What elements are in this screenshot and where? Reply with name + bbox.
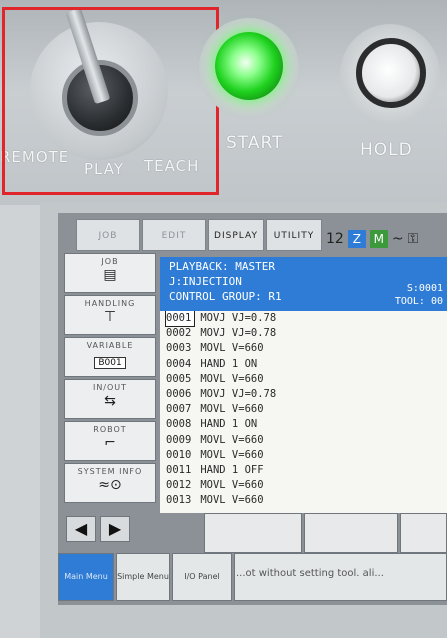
line-command: MOVL V=660 (200, 342, 264, 355)
tab-utility[interactable]: UTILITY (266, 219, 322, 251)
tool-number: TOOL: 00 (394, 296, 443, 307)
variable-icon: B001 (94, 357, 126, 369)
side-menu-label: JOB (101, 257, 119, 266)
line-number: 0005 (166, 372, 192, 385)
tab-display[interactable]: DISPLAY (208, 219, 264, 251)
main-menu-button[interactable]: Main Menu (58, 553, 114, 601)
job-line[interactable]: 0005 MOVL V=660 (160, 372, 447, 387)
line-number: 0012 (166, 479, 192, 492)
control-group: CONTROL GROUP: R1 (169, 290, 282, 303)
start-button[interactable] (199, 18, 299, 118)
job-line[interactable]: 0001 MOVJ VJ=0.78 (160, 310, 447, 327)
speed-indicator: 12 (326, 231, 344, 247)
line-command: MOVL V=660 (200, 494, 264, 507)
side-menu-in-out[interactable]: IN/OUT ⇆ (64, 379, 156, 419)
key-status-icon: ⚿ (407, 231, 419, 247)
job-line[interactable]: 0010 MOVL V=660 (160, 448, 447, 463)
line-number: 0011 (166, 463, 192, 476)
side-menu-variable[interactable]: VARIABLE B001 (64, 337, 156, 377)
tab-job[interactable]: JOB (76, 219, 140, 251)
line-number: 0008 (166, 418, 192, 431)
nav-forward-button[interactable]: ▶ (100, 516, 130, 542)
start-lamp (215, 32, 283, 100)
line-number: 0013 (166, 494, 192, 507)
job-line[interactable]: 0002 MOVJ VJ=0.78 (160, 326, 447, 341)
playback-title: PLAYBACK: MASTER (169, 260, 275, 273)
bottom-button-1[interactable] (204, 513, 302, 553)
job-line[interactable]: 0007 MOVL V=660 (160, 402, 447, 417)
side-menu-label: ROBOT (93, 425, 127, 434)
side-menu-label: VARIABLE (86, 341, 134, 350)
side-menu-label: IN/OUT (92, 383, 128, 392)
line-number: 0006 (166, 387, 192, 400)
bottom-buttons (204, 513, 447, 553)
side-menu-system-info[interactable]: SYSTEM INFO ≈⊙ (64, 463, 156, 503)
highlight-box (2, 7, 219, 195)
line-number: 0009 (166, 433, 192, 446)
job-lines: 0001 MOVJ VJ=0.78 0002 MOVJ VJ=0.78 0003 M… (160, 310, 447, 508)
simple-menu-button[interactable]: Simple Menu (116, 553, 170, 601)
tab-edit[interactable]: EDIT (142, 219, 206, 251)
line-number: 0010 (166, 448, 192, 461)
line-number: 0004 (166, 357, 192, 370)
bottom-button-3[interactable] (400, 513, 447, 553)
robot-icon: ⌐ (104, 435, 116, 451)
handling-icon: ⊤ (103, 309, 117, 325)
line-command: MOVL V=660 (200, 403, 264, 416)
hold-button[interactable] (340, 24, 440, 124)
job-line[interactable]: 0003 MOVL V=660 (160, 341, 447, 356)
hold-lamp (356, 38, 426, 108)
line-command: MOVL V=660 (200, 479, 264, 492)
line-number: 0003 (166, 342, 192, 355)
control-panel: REMOTE PLAY TEACH START HOLD (0, 0, 447, 205)
side-menu-job[interactable]: JOB ▤ (64, 253, 156, 293)
side-menu-label: SYSTEM INFO (77, 467, 143, 476)
side-menu-robot[interactable]: ROBOT ⌐ (64, 421, 156, 461)
line-command: MOVL V=660 (200, 448, 264, 461)
line-command: MOVL V=660 (200, 433, 264, 446)
status-bar: 12 Z M ~ ⚿ (324, 225, 447, 253)
line-command: MOVJ VJ=0.78 (200, 327, 277, 340)
job-line[interactable]: 0006 MOVJ VJ=0.78 (160, 387, 447, 402)
job-line[interactable]: 0008 HAND 1 ON (160, 417, 447, 432)
coord-icon: Z (347, 230, 366, 248)
nav-back-button[interactable]: ◀ (66, 516, 96, 542)
line-command: MOVL V=660 (200, 372, 264, 385)
line-command: MOVJ VJ=0.78 (200, 387, 277, 400)
bottom-button-2[interactable] (304, 513, 398, 553)
job-window: PLAYBACK: MASTER J:INJECTION CONTROL GRO… (160, 257, 447, 513)
in-out-icon: ⇆ (104, 393, 116, 409)
line-number: 0007 (166, 403, 192, 416)
motion-icon: M (369, 230, 388, 248)
job-line[interactable]: 0011 HAND 1 OFF (160, 463, 447, 478)
line-command: HAND 1 ON (200, 418, 258, 431)
message-text: ...ot without setting tool. ali... (236, 568, 384, 579)
job-line[interactable]: 0009 MOVL V=660 (160, 433, 447, 448)
pendant-screen: JOB EDIT DISPLAY UTILITY 12 Z M ~ ⚿ JOB … (58, 213, 447, 605)
line-command: HAND 1 ON (200, 357, 258, 370)
signal-icon: ~ (391, 231, 404, 247)
step-number: S:0001 (406, 283, 443, 294)
job-name: J:INJECTION (169, 275, 242, 288)
line-number: 0002 (166, 327, 192, 340)
start-label: START (226, 133, 284, 153)
line-command: HAND 1 OFF (200, 463, 264, 476)
system-info-icon: ≈⊙ (98, 477, 122, 493)
side-menu-handling[interactable]: HANDLING ⊤ (64, 295, 156, 335)
job-icon: ▤ (103, 267, 117, 283)
job-line[interactable]: 0004 HAND 1 ON (160, 357, 447, 372)
job-line[interactable]: 0013 MOVL V=660 (160, 493, 447, 508)
side-menu-label: HANDLING (84, 299, 136, 308)
job-line[interactable]: 0012 MOVL V=660 (160, 478, 447, 493)
hold-label: HOLD (360, 140, 413, 160)
job-header: PLAYBACK: MASTER J:INJECTION CONTROL GRO… (160, 257, 447, 311)
io-panel-button[interactable]: I/O Panel (172, 553, 232, 601)
line-command: MOVJ VJ=0.78 (200, 312, 277, 324)
line-number: 0001 (165, 310, 195, 327)
